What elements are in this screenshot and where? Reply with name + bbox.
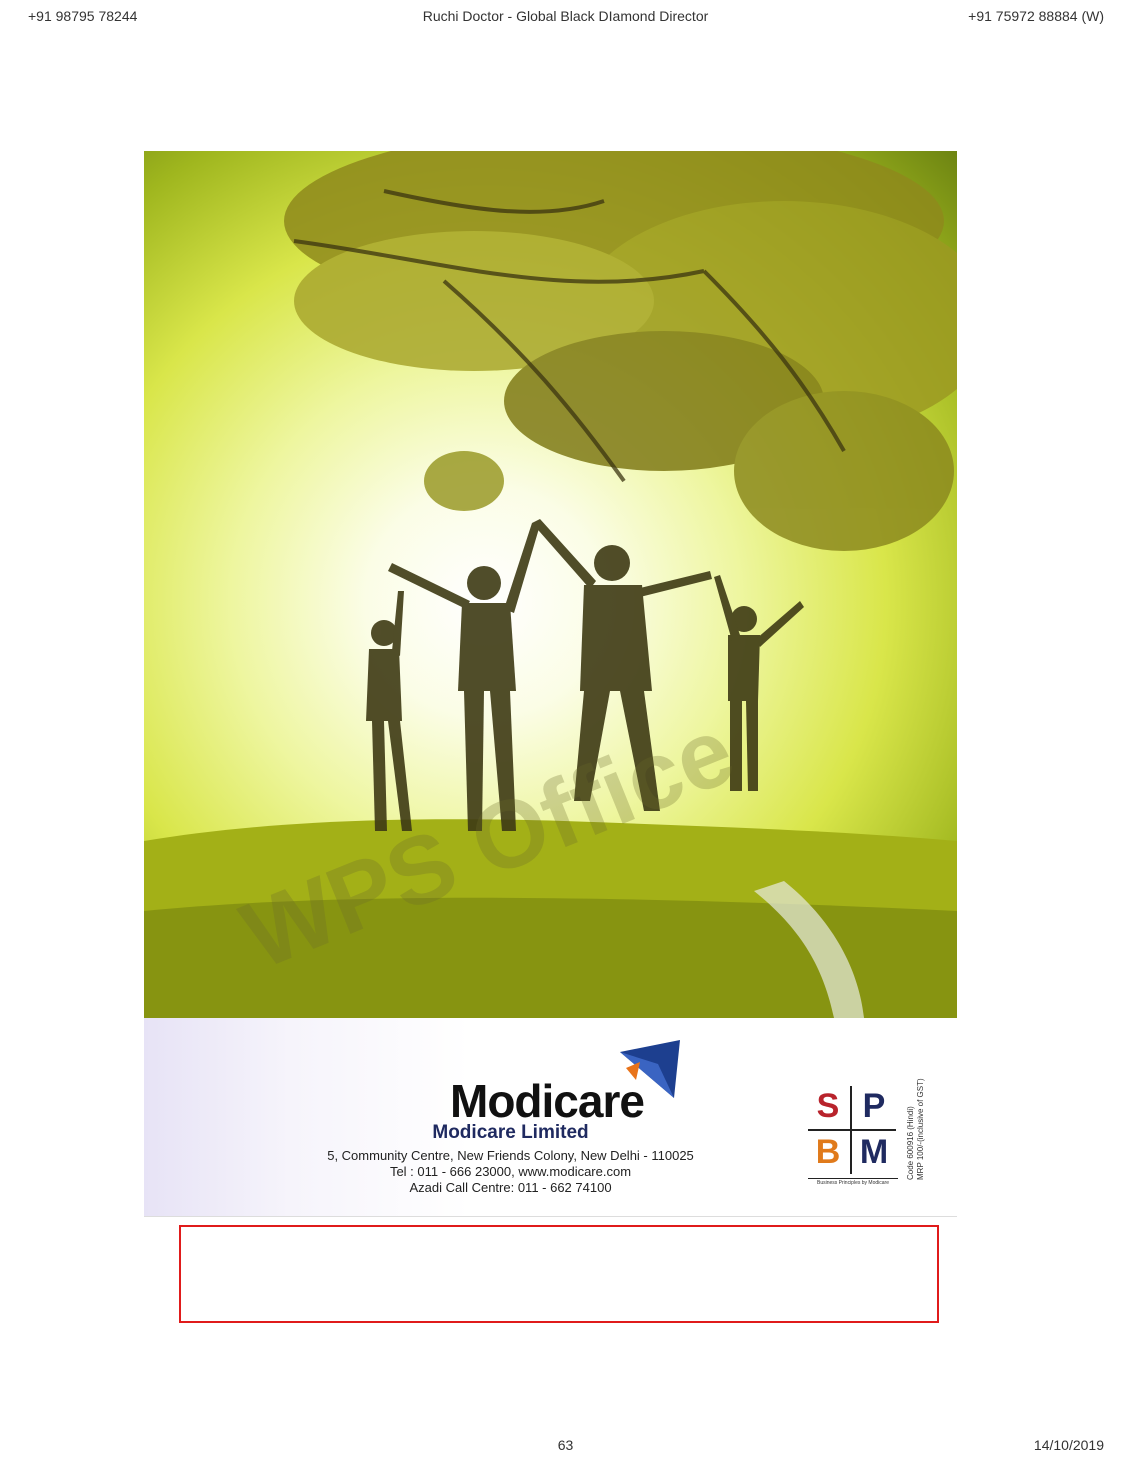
spbm-letter-p: P <box>862 1087 886 1125</box>
family-photo: WPS Office <box>144 151 957 1018</box>
product-code-line-2: MRP 100/-(inclusive of GST) <box>916 1078 925 1180</box>
spbm-letter-s: S <box>816 1087 840 1125</box>
spbm-divider-horizontal <box>808 1129 896 1131</box>
brand-wordmark: Modicare <box>450 1075 645 1127</box>
product-code-line-1: Code 600916 (Hindi) <box>906 1106 915 1180</box>
spbm-letter-b: B <box>815 1133 841 1171</box>
annotation-box <box>179 1225 939 1323</box>
spbm-tagline: Business Principles by Modicare <box>808 1178 898 1186</box>
footer-date: 14/10/2019 <box>1033 1437 1104 1453</box>
tree-canopy <box>284 151 957 551</box>
page-number: 63 <box>557 1437 574 1453</box>
address-line-1: 5, Community Centre, New Friends Colony,… <box>327 1148 694 1163</box>
address-line-3: Azadi Call Centre: 011 - 662 74100 <box>409 1180 612 1195</box>
spbm-logo: S P B M Business Principles by Modicare <box>808 1086 898 1190</box>
address-line-2: Tel : 011 - 666 23000, www.modicare.com <box>389 1164 632 1179</box>
header-title: Ruchi Doctor - Global Black DIamond Dire… <box>422 8 709 24</box>
header-right-phone: +91 75972 88884 (W) <box>968 8 1104 24</box>
company-name: Modicare Limited <box>432 1122 589 1143</box>
spbm-letter-m: M <box>859 1133 889 1171</box>
brand-band: Modicare Modicare Limited 5, Community C… <box>144 1018 957 1217</box>
product-code: Code 600916 (Hindi) MRP 100/-(inclusive … <box>906 1020 926 1180</box>
